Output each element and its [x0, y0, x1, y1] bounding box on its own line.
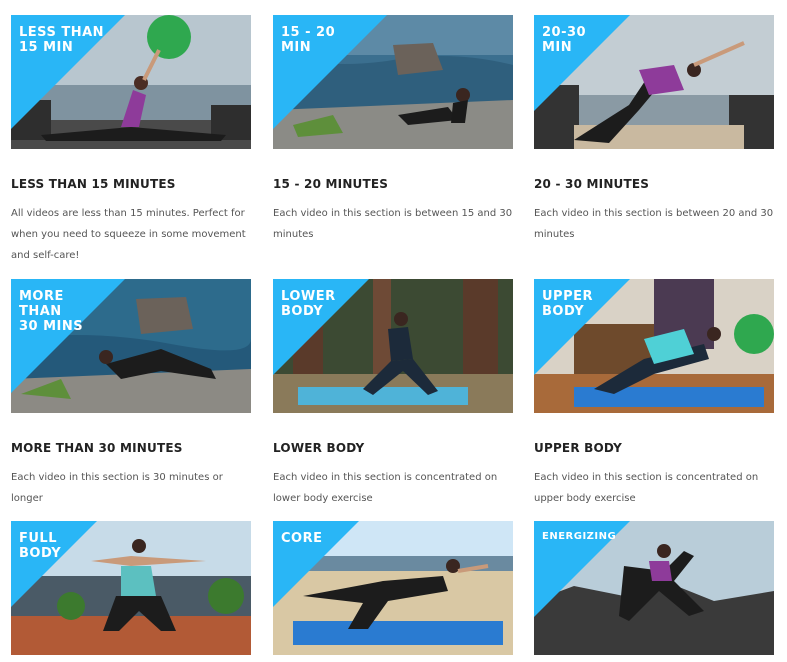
category-thumbnail[interactable]: 20-30 MIN — [534, 15, 774, 149]
category-thumbnail[interactable]: CORE — [273, 521, 513, 655]
category-title[interactable]: LOWER BODY — [273, 441, 513, 455]
category-title[interactable]: 15 - 20 MINUTES — [273, 177, 513, 191]
category-description: All videos are less than 15 minutes. Per… — [11, 208, 246, 261]
yoga-photo — [534, 15, 774, 149]
category-description: Each video in this section is between 20… — [534, 208, 774, 240]
category-thumbnail[interactable]: FULL BODY — [11, 521, 251, 655]
category-card-more-than-30: MORE THAN 30 MINS MORE THAN 30 MINUTES E… — [11, 279, 251, 509]
yoga-photo — [273, 15, 513, 149]
category-thumbnail[interactable]: UPPER BODY — [534, 279, 774, 413]
category-card-core: CORE — [273, 521, 513, 655]
yoga-photo — [534, 279, 774, 413]
category-description: Each video in this section is between 15… — [273, 208, 513, 240]
category-thumbnail[interactable]: LOWER BODY — [273, 279, 513, 413]
yoga-photo — [273, 279, 513, 413]
yoga-photo — [534, 521, 774, 655]
yoga-photo — [11, 521, 251, 655]
category-description: Each video in this section is 30 minutes… — [11, 472, 223, 504]
category-card-15-20: 15 - 20 MIN 15 - 20 MINUTES Each video i… — [273, 15, 513, 245]
category-card-less-than-15: LESS THAN 15 MIN LESS THAN 15 MINUTES Al… — [11, 15, 251, 266]
category-title[interactable]: UPPER BODY — [534, 441, 774, 455]
category-title[interactable]: LESS THAN 15 MINUTES — [11, 177, 251, 191]
category-description: Each video in this section is concentrat… — [273, 472, 498, 504]
category-description: Each video in this section is concentrat… — [534, 472, 759, 504]
yoga-photo — [273, 521, 513, 655]
category-card-lower-body: LOWER BODY LOWER BODY Each video in this… — [273, 279, 513, 509]
category-thumbnail[interactable]: LESS THAN 15 MIN — [11, 15, 251, 149]
category-card-20-30: 20-30 MIN 20 - 30 MINUTES Each video in … — [534, 15, 774, 245]
category-title[interactable]: 20 - 30 MINUTES — [534, 177, 774, 191]
category-title[interactable]: MORE THAN 30 MINUTES — [11, 441, 251, 455]
yoga-photo — [11, 279, 251, 413]
category-thumbnail[interactable]: ENERGIZING — [534, 521, 774, 655]
category-card-upper-body: UPPER BODY UPPER BODY Each video in this… — [534, 279, 774, 509]
category-thumbnail[interactable]: 15 - 20 MIN — [273, 15, 513, 149]
category-card-full-body: FULL BODY — [11, 521, 251, 655]
category-thumbnail[interactable]: MORE THAN 30 MINS — [11, 279, 251, 413]
yoga-photo — [11, 15, 251, 149]
category-card-energizing: ENERGIZING — [534, 521, 774, 655]
